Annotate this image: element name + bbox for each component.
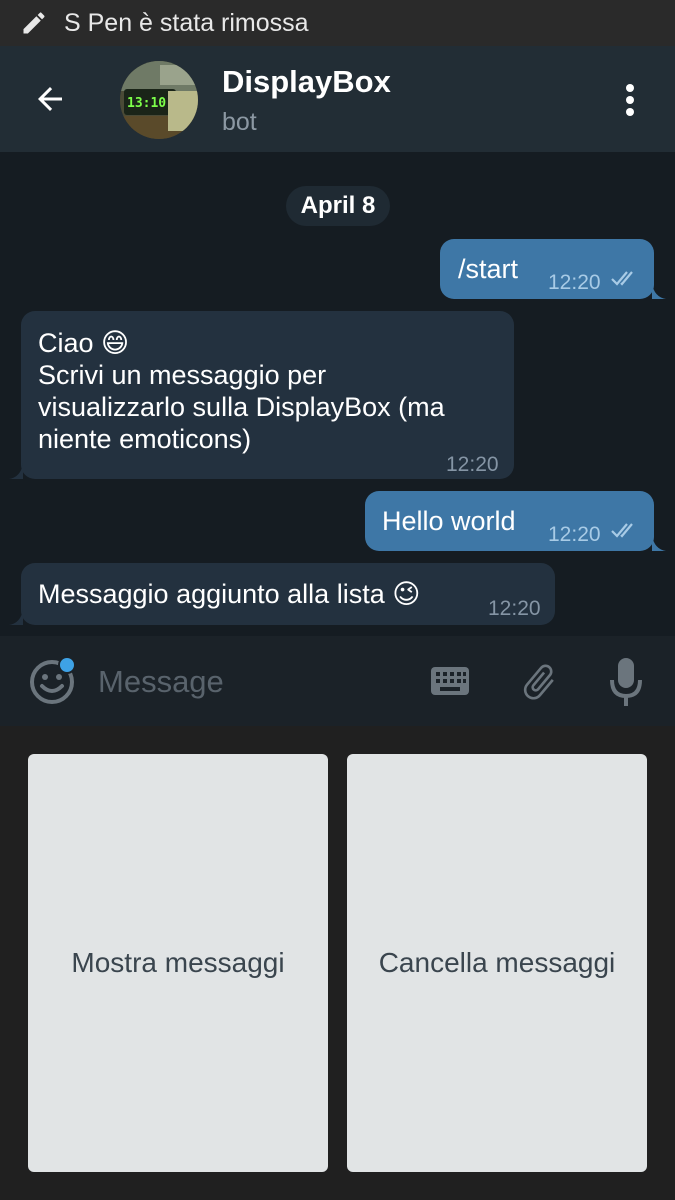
message-text: Ciao 😄 Scrivi un messaggio per visualizz… [38,327,508,455]
message-line: visualizzarlo sulla DisplayBox (ma [38,392,445,422]
chat-area[interactable]: April 8 /start 12:20 Ciao 😄 Scrivi un me… [0,152,675,636]
avatar-image: 13:10 [120,61,198,139]
back-arrow-icon[interactable] [32,81,68,117]
pen-icon [23,12,45,34]
bot-keyboard: Mostra messaggi Cancella messaggi [0,726,675,1200]
double-check-icon [611,271,633,286]
status-bar: S Pen è stata rimossa [0,0,675,46]
bubble-tail [652,283,666,299]
message-text: Messaggio aggiunto alla lista 😉 [38,579,421,609]
status-text: S Pen è stata rimossa [64,8,309,37]
message-bubble-outgoing[interactable]: /start 12:20 [440,239,654,299]
message-time: 12:20 [488,597,541,620]
message-text: Hello world [382,506,516,536]
message-bubble-incoming[interactable]: Messaggio aggiunto alla lista 😉 12:20 [21,563,555,625]
show-messages-button[interactable]: Mostra messaggi [28,754,328,1172]
message-input[interactable] [98,660,408,704]
message-time: 12:20 [446,453,499,476]
chat-title[interactable]: DisplayBox [222,64,391,100]
bot-keyboard-icon[interactable] [430,666,470,696]
delete-messages-button[interactable]: Cancella messaggi [347,754,647,1172]
avatar[interactable]: 13:10 [120,61,198,139]
message-time: 12:20 [548,271,601,294]
attach-icon[interactable] [518,658,560,706]
bubble-tail [9,463,23,479]
message-composer [0,636,675,726]
message-bubble-incoming[interactable]: Ciao 😄 Scrivi un messaggio per visualizz… [21,311,514,479]
microphone-icon[interactable] [608,656,644,708]
notification-dot [58,656,76,674]
message-time: 12:20 [548,523,601,546]
bubble-tail [9,609,23,625]
bubble-tail [652,535,666,551]
more-vert-icon[interactable] [620,82,640,118]
message-text: /start [458,254,519,284]
message-line: Ciao 😄 [38,328,130,358]
avatar-clock-text: 13:10 [127,96,166,111]
chat-header: 13:10 DisplayBox bot [0,46,675,152]
date-separator: April 8 [286,186,390,226]
chat-subtitle: bot [222,108,257,136]
double-check-icon [611,523,633,538]
message-line: Scrivi un messaggio per [38,360,327,390]
message-line: niente emoticons) [38,424,252,454]
message-bubble-outgoing[interactable]: Hello world 12:20 [365,491,654,551]
